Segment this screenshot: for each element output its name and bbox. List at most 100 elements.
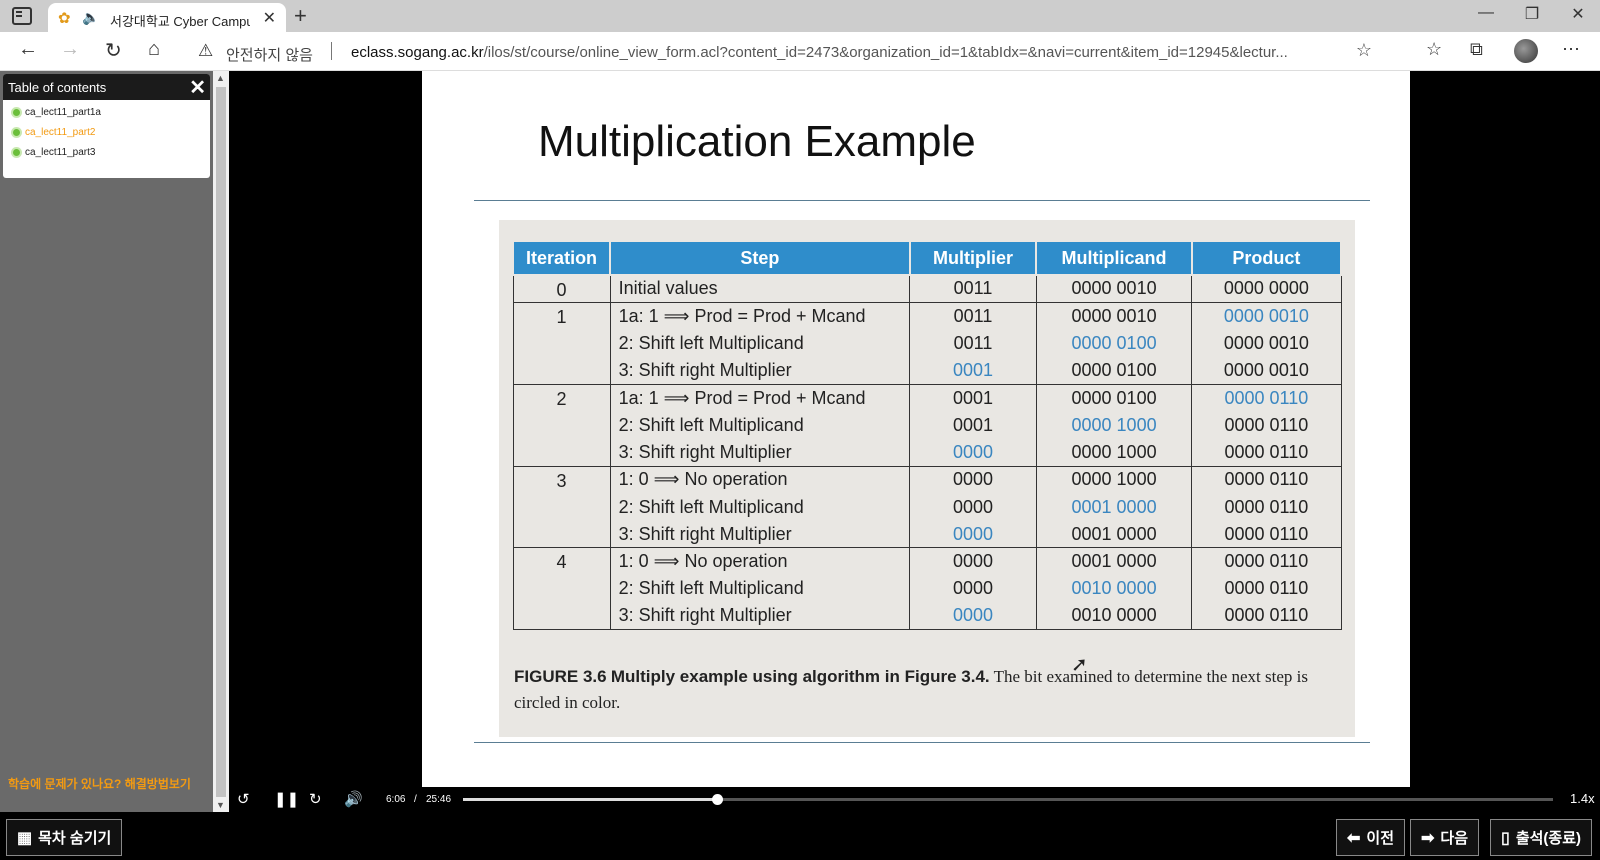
progress-bar[interactable] [463,794,1553,805]
progress-knob[interactable] [711,794,723,805]
multiplier-cell: 0000 [909,438,1037,467]
exit-door-icon: ▯ [1501,829,1510,847]
product-cell: 0000 0110 [1191,520,1342,548]
back-icon[interactable]: ← [18,38,38,61]
table-row: 2: Shift left Multiplicand 0001 0000 1000 0… [512,411,1342,439]
url-field[interactable]: ⚠ 안전하지 않음 eclass.sogang.ac.kr/ilos/st/co… [188,36,1378,67]
new-tab-icon[interactable]: + [294,3,307,29]
multiplication-table: Iteration Step Multiplier Multiplicand P… [511,240,1343,631]
toc-title: Table of contents [8,80,107,95]
iteration-cell: 2 [512,383,611,412]
iteration-cell: 4 [512,547,611,576]
step-cell: 3: Shift right Multiplier [609,520,911,548]
profile-avatar[interactable] [1514,39,1538,63]
restore-icon[interactable]: ❐ [1510,4,1554,24]
security-warning[interactable]: 안전하지 않음 [226,44,313,65]
product-cell: 0000 0010 [1191,329,1342,357]
multiplicand-cell: 0000 0100 [1035,329,1193,357]
col-header: Step [609,240,911,276]
warning-icon[interactable]: ⚠ [198,41,213,61]
step-cell: 1a: 1 ⟹ Prod = Prod + Mcand [609,383,911,412]
product-cell: 0000 0110 [1191,465,1342,494]
step-cell: 3: Shift right Multiplier [609,602,911,631]
tab-close-icon[interactable]: ✕ [263,8,276,28]
url-path: /ilos/st/course/online_view_form.acl?con… [483,44,1288,61]
minimize-icon[interactable]: — [1464,4,1508,22]
multiplicand-cell: 0001 0000 [1035,547,1193,576]
multiplicand-cell: 0001 0000 [1035,520,1193,548]
multiplicand-cell: 0000 1000 [1035,438,1193,467]
table-row: 3: Shift right Multiplier 0000 0000 1000 00… [512,438,1342,467]
tab-bar: ✿ 🔈 서강대학교 Cyber Campus ✕ + — ❐ ✕ [0,0,1600,32]
product-cell: 0000 0010 [1191,356,1342,385]
scroll-thumb[interactable] [216,87,226,797]
table-row: 4 1: 0 ⟹ No operation 0000 0001 0000 0000 01… [512,547,1342,576]
toggle-toc-button[interactable]: ▦ 목차 숨기기 [6,819,123,856]
url-text[interactable]: eclass.sogang.ac.kr/ilos/st/course/onlin… [351,44,1341,61]
collections-icon[interactable]: ⧉ [1470,39,1483,60]
iteration-cell: 3 [512,465,611,494]
status-dot-icon [11,126,22,138]
step-cell: 1: 0 ⟹ No operation [609,547,911,576]
step-cell: Initial values [609,274,911,303]
arrow-right-icon: ➡ [1421,829,1435,847]
player-controls: ↺ ❚❚ ↻ 🔊 6:06 / 25:46 1.4x [229,787,1600,812]
col-header: Iteration [511,240,612,276]
current-time: 6:06 [386,794,406,805]
multiplier-cell: 0000 [909,493,1037,521]
pause-icon[interactable]: ❚❚ [274,790,299,808]
table-row: 3: Shift right Multiplier 0000 0010 0000 00… [512,602,1342,631]
product-cell: 0000 0110 [1191,493,1342,521]
multiplier-cell: 0000 [909,520,1037,548]
iteration-cell [512,602,611,631]
scroll-down-icon[interactable]: ▼ [216,800,225,810]
product-cell: 0000 0000 [1191,274,1342,303]
browser-tab[interactable]: ✿ 🔈 서강대학교 Cyber Campus ✕ [48,3,286,32]
volume-icon[interactable]: 🔊 [344,790,363,808]
prev-button[interactable]: ⬅ 이전 [1336,819,1406,856]
table-body: 0 Initial values 0011 0000 0010 0000 0000 1 1a… [512,274,1342,631]
slide-title: Multiplication Example [538,117,976,166]
table-row: 1 1a: 1 ⟹ Prod = Prod + Mcand 0011 0000 001… [512,301,1342,330]
home-icon[interactable]: ⌂ [148,38,160,61]
exit-attendance-button[interactable]: ▯ 출석(종료) [1490,819,1593,856]
multiplicand-cell: 0000 0010 [1035,301,1193,330]
toc-item-active[interactable]: ca_lect11_part2 [3,120,210,140]
iteration-cell: 1 [512,301,611,330]
rewind-icon[interactable]: ↺ [237,790,250,808]
more-menu-icon[interactable]: ⋯ [1562,39,1580,60]
product-cell: 0000 0110 [1191,411,1342,439]
table-row: 2: Shift left Multiplicand 0000 0010 0000 0… [512,575,1342,603]
step-cell: 1: 0 ⟹ No operation [609,465,911,494]
add-favorite-icon[interactable]: ☆ [1356,40,1372,61]
button-label: 다음 [1440,830,1469,847]
multiplier-cell: 0011 [909,329,1037,357]
help-link[interactable]: 학습에 문제가 있나요? 해결방법보기 [8,775,191,792]
scroll-up-icon[interactable]: ▲ [216,73,225,83]
progress-fill [463,798,717,801]
favorites-icon[interactable]: ☆ [1426,39,1442,60]
speaker-icon[interactable]: 🔈 [82,9,99,26]
forward-skip-icon[interactable]: ↻ [309,790,322,808]
table-row: 2: Shift left Multiplicand 0011 0000 0100 0… [512,329,1342,357]
duration: 25:46 [426,794,452,805]
forward-icon[interactable]: → [60,38,80,61]
window-close-icon[interactable]: ✕ [1556,4,1600,24]
table-row: 0 Initial values 0011 0000 0010 0000 0000 [512,274,1342,303]
list-icon: ▦ [17,829,33,847]
toc-item-label: ca_lect11_part1a [25,106,101,118]
refresh-icon[interactable]: ↻ [105,38,122,63]
url-domain: eclass.sogang.ac.kr [351,44,484,61]
playback-speed[interactable]: 1.4x [1570,791,1595,806]
toc-scrollbar[interactable]: ▲ ▼ [213,71,229,812]
product-cell: 0000 0110 [1191,602,1342,631]
next-button[interactable]: ➡ 다음 [1410,819,1480,856]
multiplicand-cell: 0000 0100 [1035,383,1193,412]
mouse-cursor-icon: ➚ [1071,654,1088,676]
multiplier-cell: 0011 [909,301,1037,330]
toc-item[interactable]: ca_lect11_part1a [3,100,210,120]
toc-item[interactable]: ca_lect11_part3 [3,140,210,160]
table-row: 2 1a: 1 ⟹ Prod = Prod + Mcand 0001 0000 010… [512,383,1342,412]
toc-close-icon[interactable]: ✕ [189,75,206,100]
tab-actions-icon[interactable] [12,7,32,25]
